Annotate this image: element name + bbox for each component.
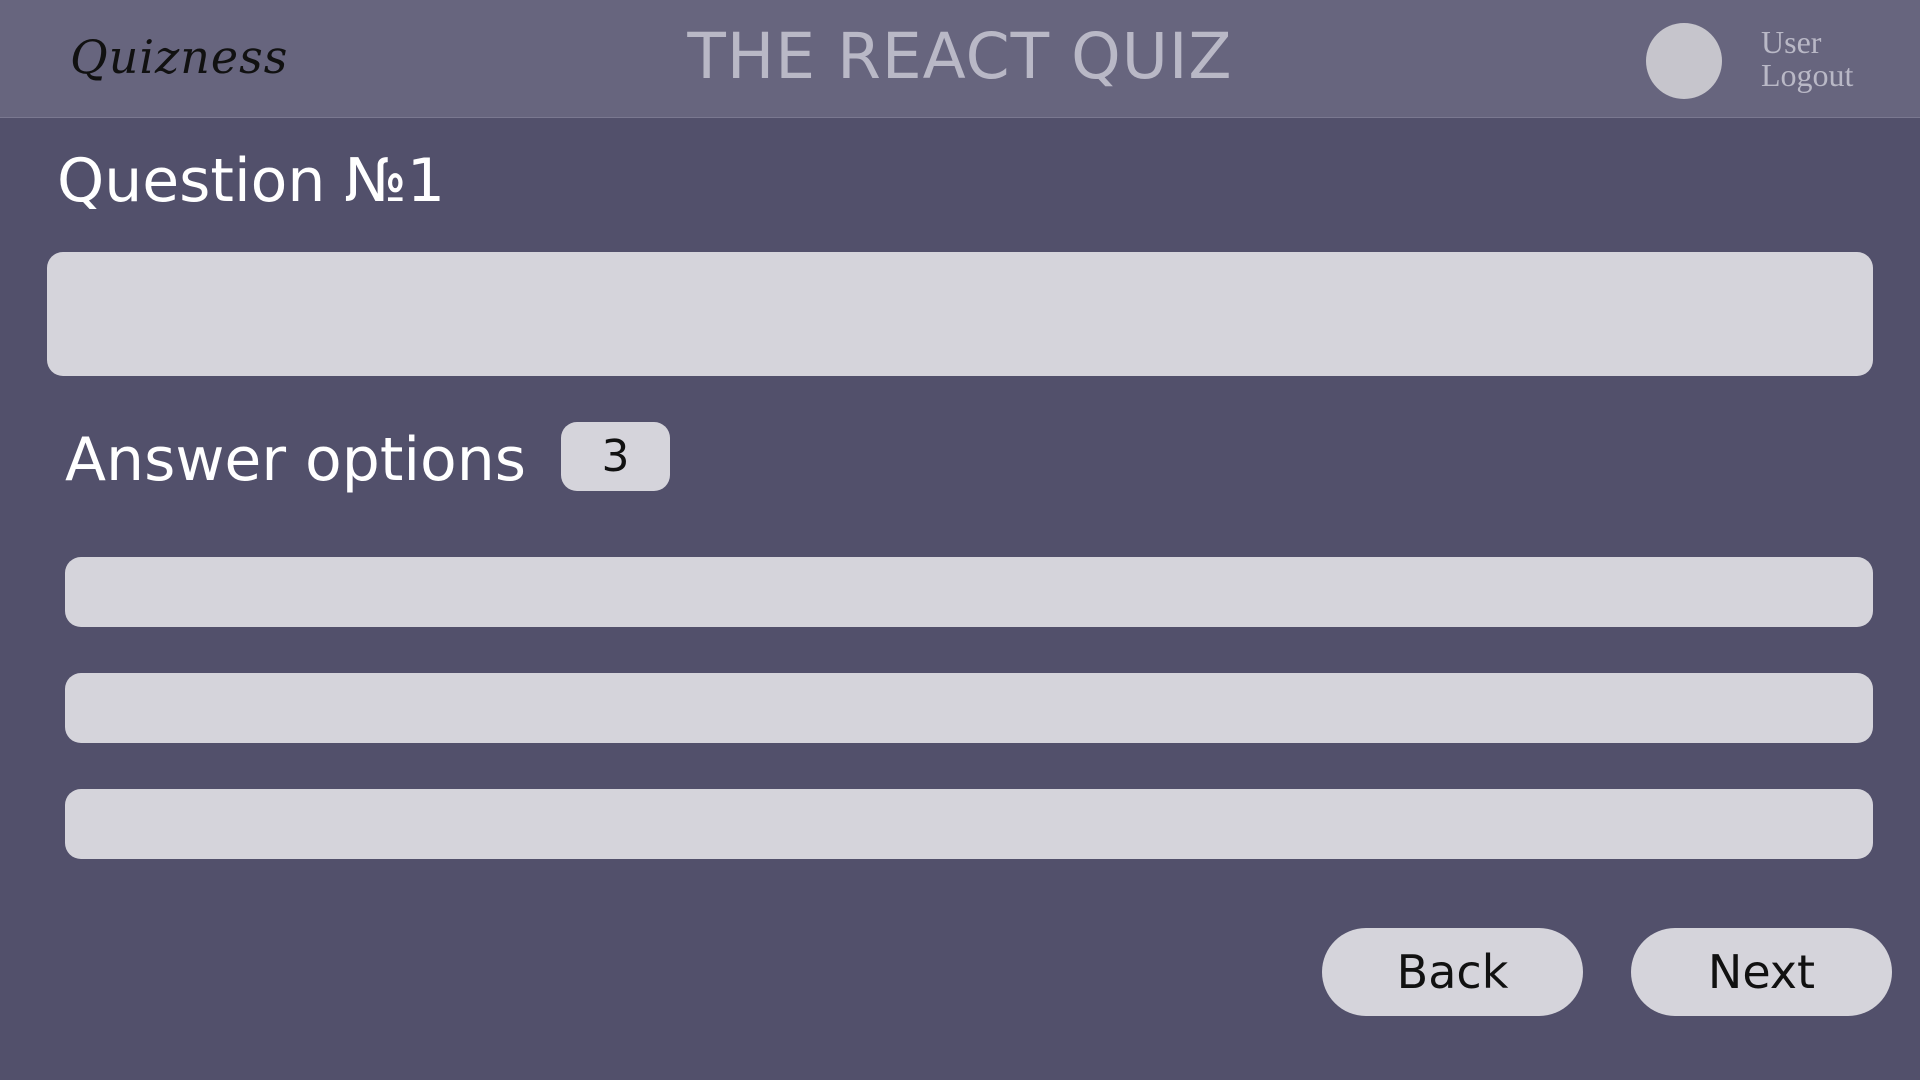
question-title: Question №1 bbox=[57, 146, 446, 216]
user-link[interactable]: User bbox=[1761, 26, 1853, 59]
logout-link[interactable]: Logout bbox=[1761, 59, 1853, 92]
answer-options-label: Answer options bbox=[65, 425, 527, 495]
answer-option-input-3[interactable] bbox=[65, 789, 1873, 859]
answer-option-input-2[interactable] bbox=[65, 673, 1873, 743]
question-text-input[interactable] bbox=[47, 252, 1873, 376]
next-button[interactable]: Next bbox=[1631, 928, 1892, 1016]
user-menu: User Logout bbox=[1761, 26, 1853, 92]
back-button[interactable]: Back bbox=[1322, 928, 1583, 1016]
top-header: Quizness THE REACT QUIZ User Logout bbox=[0, 0, 1920, 118]
avatar[interactable] bbox=[1646, 23, 1722, 99]
app-title: THE REACT QUIZ bbox=[687, 20, 1233, 93]
answer-count-selector[interactable]: 3 bbox=[561, 422, 670, 491]
answer-option-input-1[interactable] bbox=[65, 557, 1873, 627]
